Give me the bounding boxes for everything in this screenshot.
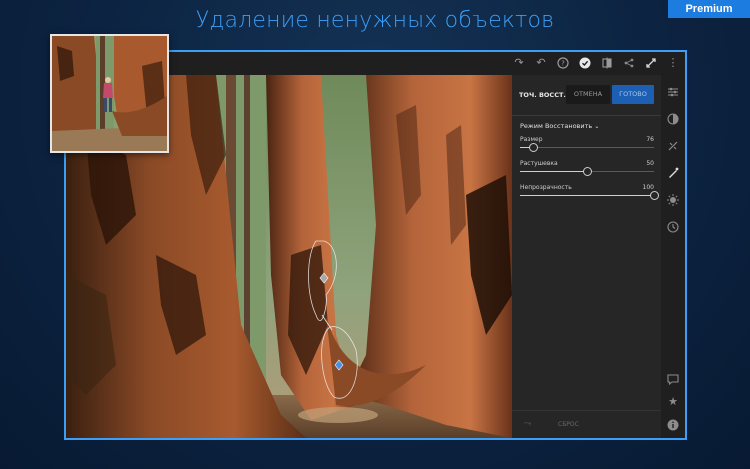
info-icon[interactable] [666, 418, 680, 432]
mode-dropdown[interactable]: Режим Восстановить ⌄ [520, 122, 599, 130]
feather-thumb[interactable] [582, 167, 592, 176]
compare-icon[interactable] [600, 56, 614, 70]
original-photo-thumbnail [52, 36, 167, 151]
check-circle-icon[interactable] [578, 56, 592, 70]
tool-name: ТОЧ. ВОССТ. [519, 91, 566, 99]
undo-icon[interactable]: ↶ [534, 56, 548, 70]
premium-badge[interactable]: Premium [668, 0, 750, 18]
mode-label: Режим Восстановить [520, 122, 593, 130]
opacity-value: 100 [642, 184, 654, 191]
size-label: Размер [520, 136, 543, 143]
effects-icon[interactable] [666, 139, 680, 153]
tool-panel: ТОЧ. ВОССТ. ОТМЕНА ГОТОВО Режим Восстано… [512, 75, 661, 438]
panel-divider [512, 115, 661, 116]
feather-slider[interactable] [520, 167, 654, 176]
opacity-fill [520, 195, 654, 196]
feather-label: Растушевка [520, 160, 558, 167]
chevron-down-icon: ⌄ [594, 123, 600, 130]
redo-icon[interactable]: ↷ [512, 56, 526, 70]
svg-text:?: ? [561, 60, 565, 68]
page-headline: Удаление ненужных объектов [195, 8, 555, 33]
adjust-sliders-icon[interactable] [666, 85, 680, 99]
history-icon[interactable] [666, 220, 680, 234]
share-icon[interactable] [622, 56, 636, 70]
opacity-thumb[interactable] [649, 191, 659, 200]
before-thumbnail [50, 34, 169, 153]
star-icon[interactable]: ★ [666, 395, 680, 409]
opacity-label: Непрозрачность [520, 184, 572, 191]
help-icon[interactable]: ? [556, 56, 570, 70]
more-icon[interactable]: ⋮ [666, 56, 680, 70]
detail-icon[interactable] [666, 193, 680, 207]
panel-footer: ⤳ СБРОС [512, 410, 661, 438]
cancel-button[interactable]: ОТМЕНА [566, 85, 610, 104]
feather-value: 50 [646, 160, 654, 167]
size-slider[interactable] [520, 143, 654, 152]
panel-header: ТОЧ. ВОССТ. ОТМЕНА ГОТОВО [512, 75, 661, 115]
feather-fill [520, 171, 587, 172]
opacity-slider[interactable] [520, 191, 659, 200]
size-value: 76 [646, 136, 654, 143]
done-button[interactable]: ГОТОВО [612, 85, 654, 104]
color-icon[interactable] [666, 112, 680, 126]
healing-brush-icon[interactable] [666, 166, 680, 180]
right-sidebar: ★ [661, 75, 685, 438]
reset-button[interactable]: СБРОС [558, 421, 579, 428]
comment-icon[interactable] [666, 372, 680, 386]
healing-reset-icon[interactable]: ⤳ [524, 419, 531, 429]
fullscreen-icon[interactable] [644, 56, 658, 70]
size-thumb[interactable] [528, 143, 538, 152]
